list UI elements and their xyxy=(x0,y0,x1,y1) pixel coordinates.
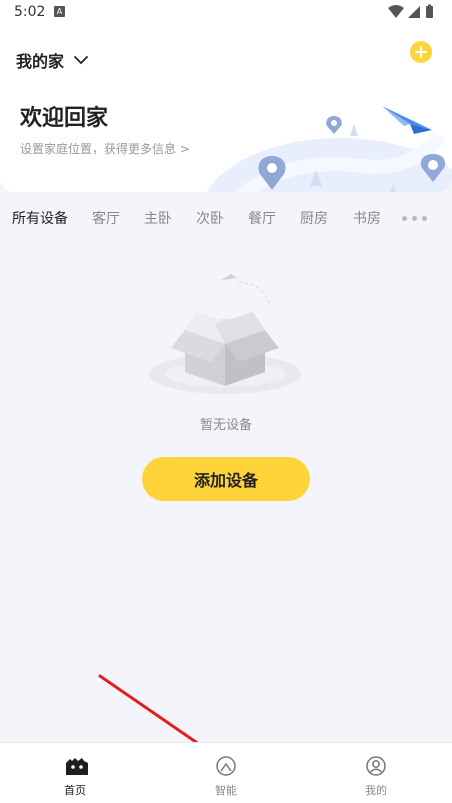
tab-study[interactable]: 书房 xyxy=(353,208,381,228)
bottom-nav: 首页 智能 我的 xyxy=(0,742,452,803)
nav-smart[interactable]: 智能 xyxy=(171,743,281,803)
nav-smart-label: 智能 xyxy=(215,784,237,797)
empty-box-illustration xyxy=(149,274,301,394)
battery-icon xyxy=(426,6,433,18)
home-header-card: 我的家 欢迎回家 设置家庭位置，获得更多信息 > xyxy=(0,26,452,192)
paper-plane-icon xyxy=(382,106,432,134)
nav-profile[interactable]: 我的 xyxy=(321,743,431,803)
tab-dining-room[interactable]: 餐厅 xyxy=(248,208,276,228)
nav-home[interactable]: 首页 xyxy=(20,743,130,803)
add-device-button[interactable]: 添加设备 xyxy=(142,457,310,501)
home-name-label: 我的家 xyxy=(16,52,65,71)
wifi-icon xyxy=(388,5,404,18)
landscape-illustration xyxy=(206,106,452,192)
home-selector[interactable]: 我的家 xyxy=(16,48,88,72)
smart-icon xyxy=(216,756,236,776)
tab-second-bedroom[interactable]: 次卧 xyxy=(196,208,224,228)
notification-badge-icon: A xyxy=(54,6,65,17)
tab-living-room[interactable]: 客厅 xyxy=(92,208,120,228)
chevron-down-icon xyxy=(74,55,88,64)
status-icons xyxy=(386,4,440,24)
signal-icon xyxy=(408,6,420,18)
location-pin-small-icon xyxy=(326,116,342,134)
tab-all-devices[interactable]: 所有设备 xyxy=(12,208,68,228)
set-location-link[interactable]: 设置家庭位置，获得更多信息 > xyxy=(20,140,190,157)
welcome-title: 欢迎回家 xyxy=(20,106,109,131)
room-tabs: 所有设备 客厅 主卧 次卧 餐厅 厨房 书房 xyxy=(0,206,452,232)
home-icon xyxy=(66,758,88,775)
add-button[interactable] xyxy=(410,41,432,63)
tab-kitchen[interactable]: 厨房 xyxy=(300,208,328,228)
status-bar: 5:02 A xyxy=(0,0,452,26)
plus-icon xyxy=(415,46,427,58)
profile-icon xyxy=(366,756,386,776)
empty-state-text: 暂无设备 xyxy=(199,418,252,433)
tab-master-bedroom[interactable]: 主卧 xyxy=(144,208,172,228)
status-time: 5:02 xyxy=(14,4,46,20)
nav-profile-label: 我的 xyxy=(365,784,387,797)
more-tabs-icon[interactable] xyxy=(402,216,427,221)
nav-home-label: 首页 xyxy=(64,784,86,797)
